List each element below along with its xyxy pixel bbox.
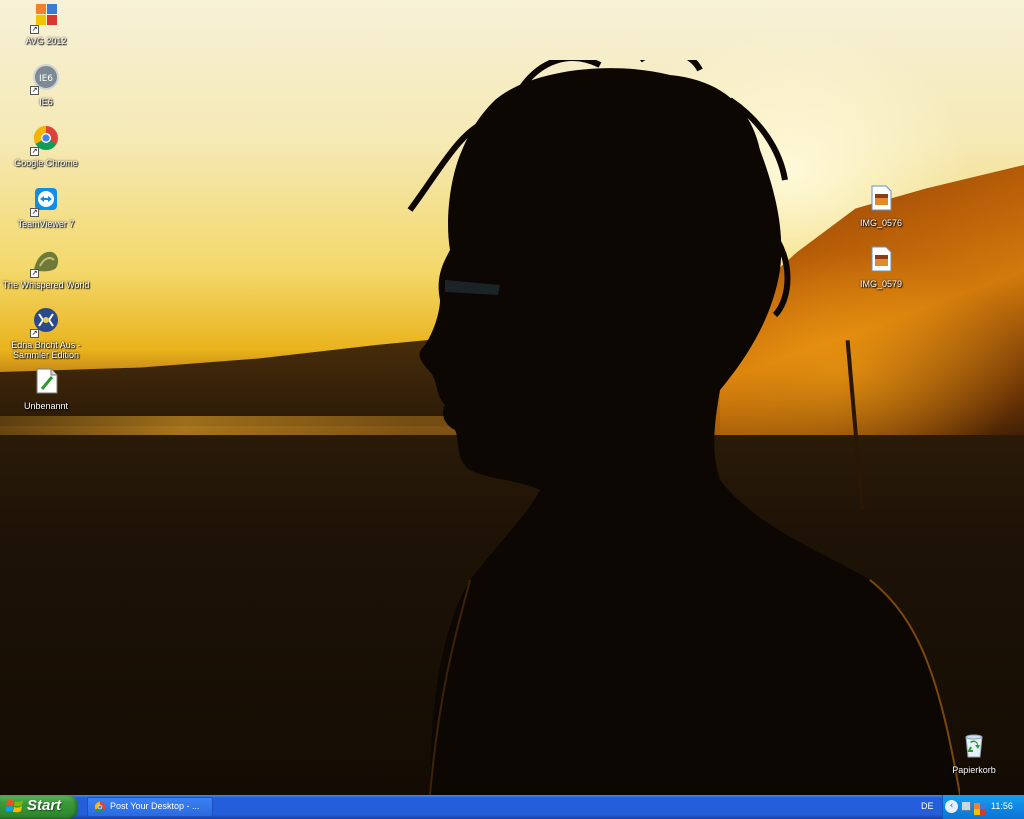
windows-logo-icon [6,799,23,813]
desktop-icon-label: Google Chrome [14,158,78,168]
security-icon[interactable] [974,800,986,815]
language-indicator[interactable]: DE [921,801,934,811]
teamviewer-icon: ↗ [30,185,62,217]
clock[interactable]: 11:56 [991,801,1013,811]
taskbar: Start Post Your Desktop - ... DE ‹ 11:56 [0,795,1024,819]
desktop-icon-unbenannt[interactable]: Unbenannt [0,367,92,411]
desktop-icon-avg[interactable]: ↗ AVG 2012 [0,2,92,46]
taskbar-item-label: Post Your Desktop - ... [110,801,200,811]
desktop-icon-ie6[interactable]: IE6 ↗ IE6 [0,63,92,107]
desktop-icon-chrome[interactable]: ↗ Google Chrome [0,124,92,168]
shortcut-arrow-icon: ↗ [30,86,39,95]
recycle-bin-icon [958,731,990,763]
taskbar-item-chrome[interactable]: Post Your Desktop - ... [87,797,213,817]
desktop-icon-img-0576[interactable]: IMG_0576 [835,184,927,228]
svg-text:IE6: IE6 [39,74,53,84]
chrome-icon [94,801,106,813]
desktop-icon-edna[interactable]: ↗ Edna Bricht Aus - Sammler Edition [0,306,92,360]
desktop-icon-img-0579[interactable]: IMG_0579 [835,245,927,289]
desktop-icon-teamviewer[interactable]: ↗ TeamViewer 7 [0,185,92,229]
desktop-icon-label: The Whispered World [2,280,90,290]
network-icon[interactable] [961,801,971,811]
desktop-icon-label: Unbenannt [23,401,69,411]
desktop-icon-recycle-bin[interactable]: Papierkorb [928,731,1020,775]
desktop: ↗ AVG 2012 IE6 ↗ IE6 ↗ Google Chrome ↗ T… [0,0,1024,795]
desktop-icon-label: AVG 2012 [25,36,67,46]
shortcut-arrow-icon: ↗ [30,25,39,34]
chrome-icon: ↗ [30,124,62,156]
start-label: Start [27,797,62,814]
image-file-icon [865,184,897,216]
shortcut-arrow-icon: ↗ [30,269,39,278]
shortcut-arrow-icon: ↗ [30,329,39,338]
system-tray: ‹ 11:56 [942,795,1024,819]
shortcut-arrow-icon: ↗ [30,208,39,217]
edna-icon: ↗ [30,306,62,338]
desktop-icon-label: IMG_0576 [859,218,903,228]
wallpaper-lake [0,416,460,436]
document-icon [30,367,62,399]
desktop-icon-label: TeamViewer 7 [17,219,75,229]
start-button[interactable]: Start [0,795,78,819]
desktop-icon-label: Edna Bricht Aus - Sammler Edition [11,340,81,360]
whispered-world-icon: ↗ [30,246,62,278]
wallpaper-silhouette [407,60,960,795]
desktop-icon-whispered-world[interactable]: ↗ The Whispered World [0,246,92,290]
shortcut-arrow-icon: ↗ [30,147,39,156]
ie6-icon: IE6 ↗ [30,63,62,95]
tray-expand-icon[interactable]: ‹ [945,800,958,813]
image-file-icon [865,245,897,277]
avg-icon: ↗ [30,2,62,34]
desktop-icon-label: IMG_0579 [859,279,903,289]
desktop-icon-label: Papierkorb [952,765,996,775]
desktop-icon-label: IE6 [39,97,53,107]
